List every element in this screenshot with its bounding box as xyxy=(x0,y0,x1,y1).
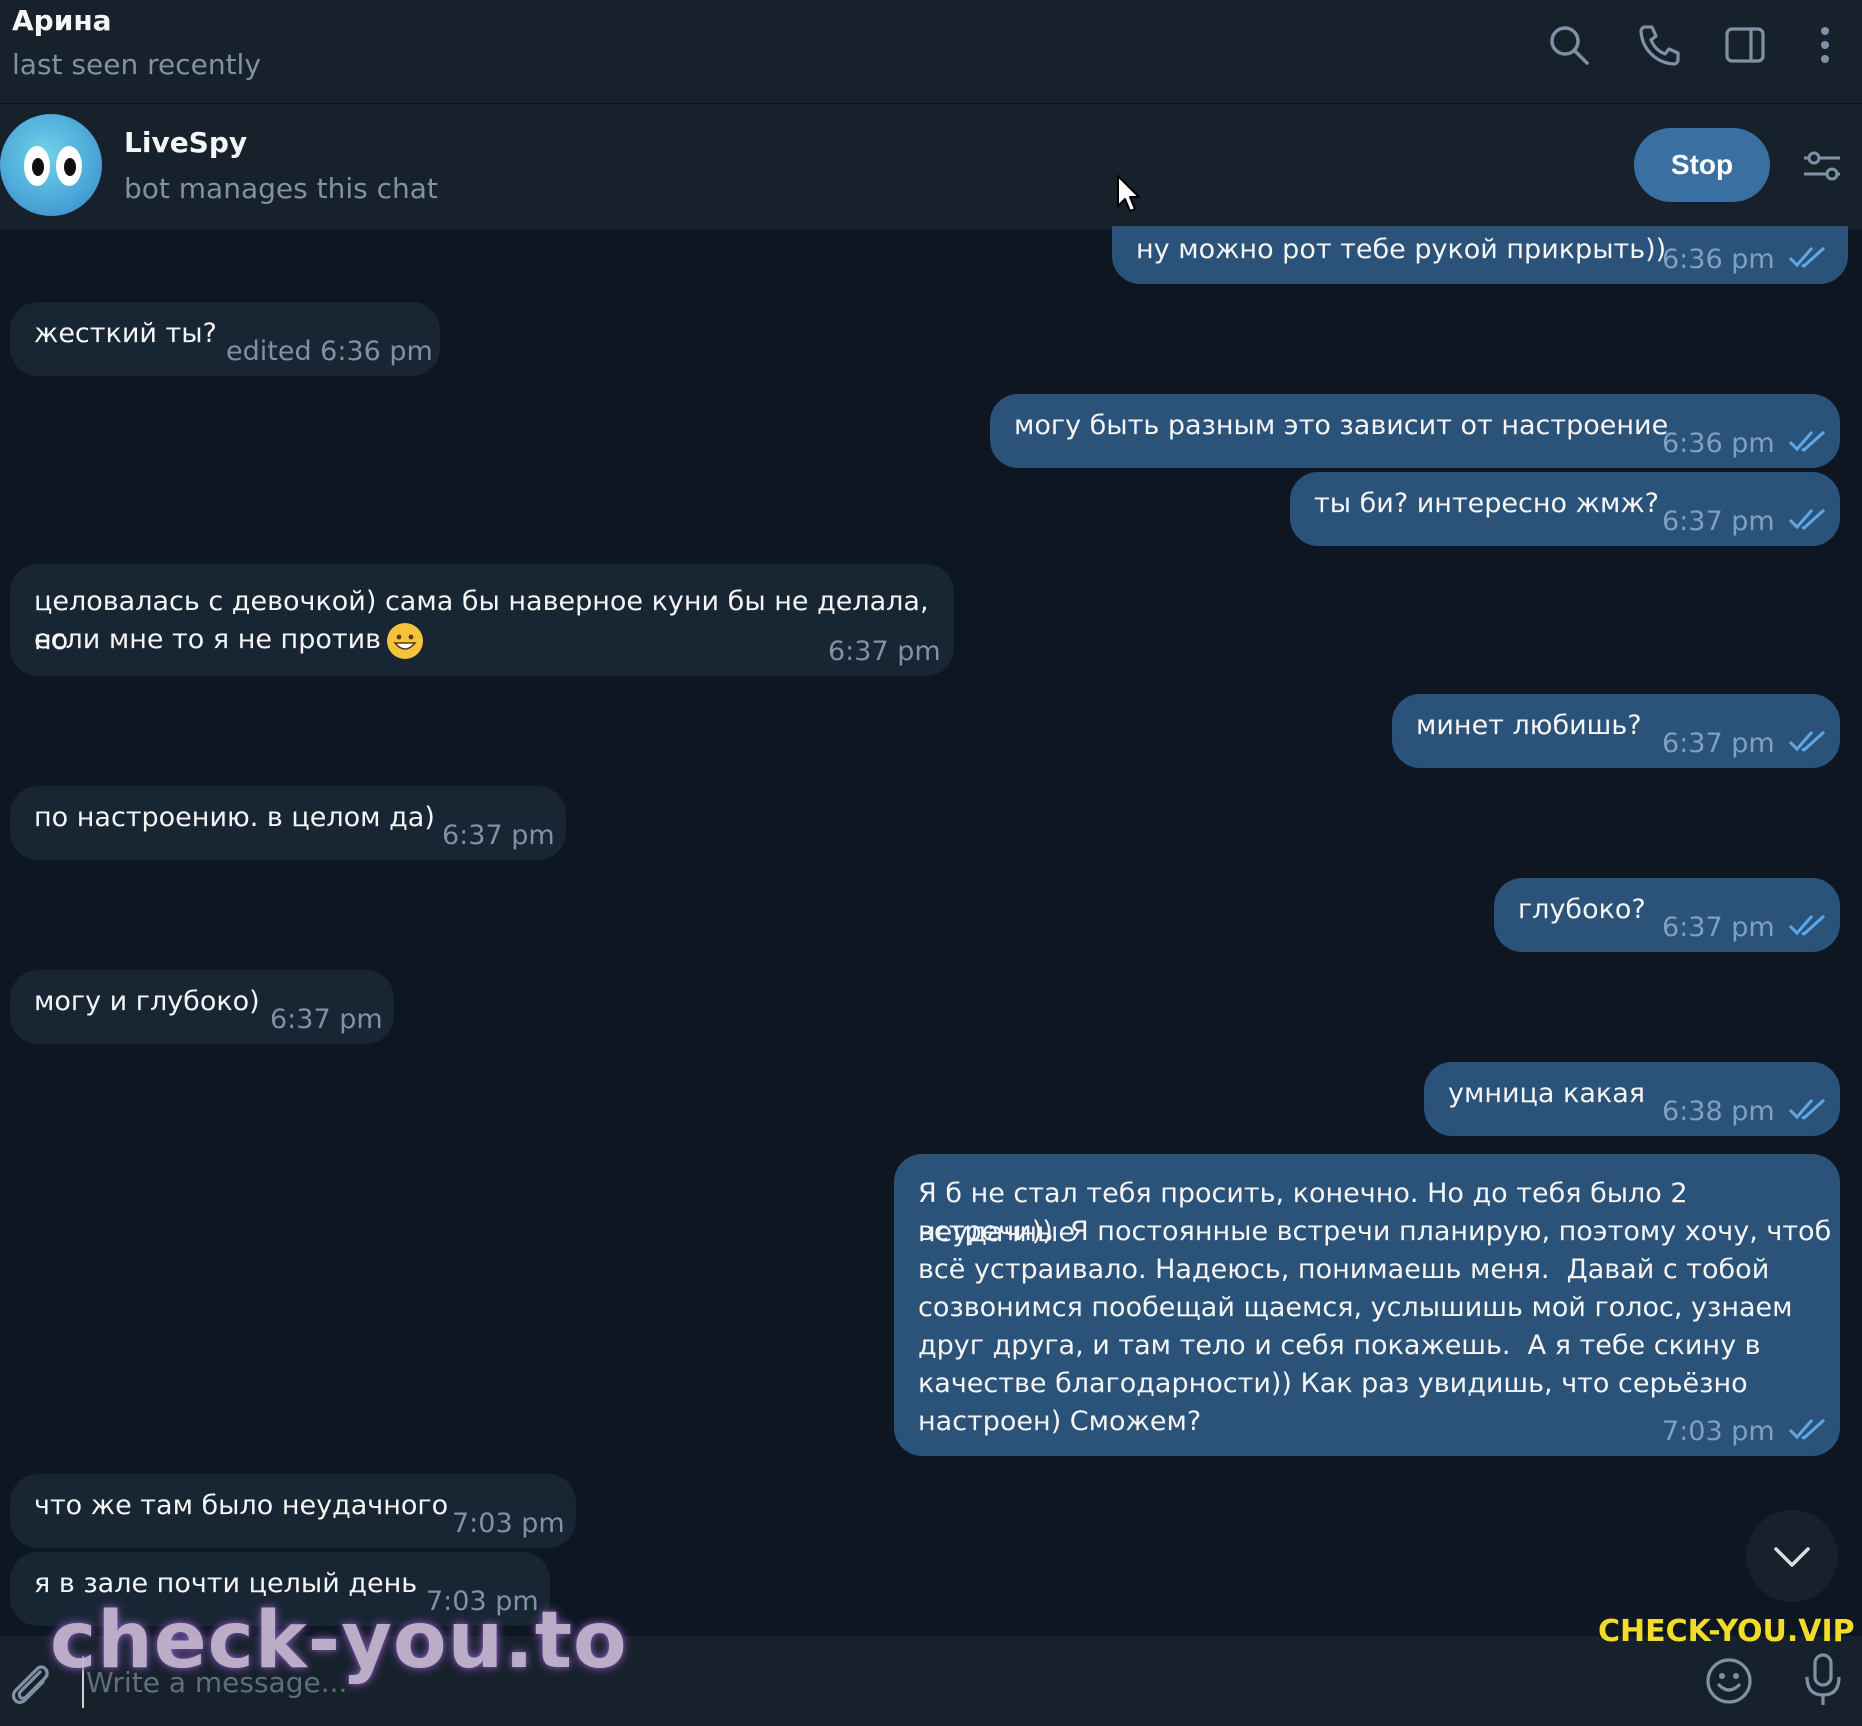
message-incoming[interactable]: по настроению. в целом да) 6:37 pm xyxy=(10,786,566,860)
sidebar-toggle-icon[interactable] xyxy=(1722,22,1768,68)
read-checks-icon xyxy=(1788,730,1826,752)
message-text: если мне то я не против xyxy=(34,624,382,655)
read-checks-icon xyxy=(1788,508,1826,530)
message-outgoing[interactable]: глубоко? 6:37 pm xyxy=(1494,878,1840,952)
message-text: ты би? интересно жмж? xyxy=(1314,488,1659,519)
stop-bot-button[interactable]: Stop xyxy=(1634,128,1770,202)
watermark-left: check-you.to xyxy=(50,1596,628,1686)
message-time: 6:37 pm xyxy=(442,820,555,851)
emoji-icon[interactable] xyxy=(1704,1656,1754,1706)
message-time: 6:36 pm xyxy=(1662,428,1775,459)
scroll-to-bottom-button[interactable] xyxy=(1746,1510,1838,1602)
message-text-line-2: если мне то я не против xyxy=(34,620,424,659)
chat-header: Арина last seen recently xyxy=(0,0,1862,104)
read-checks-icon xyxy=(1788,1418,1826,1440)
message-incoming[interactable]: целовалась с девочкой) сама бы наверное … xyxy=(10,564,954,676)
read-checks-icon xyxy=(1788,914,1826,936)
message-outgoing[interactable]: умница какая 6:38 pm xyxy=(1424,1062,1840,1136)
message-time: 7:03 pm xyxy=(452,1508,565,1539)
message-outgoing[interactable]: Я б не стал тебя просить, конечно. Но до… xyxy=(894,1154,1840,1456)
message-text: настроен) Сможем? xyxy=(918,1406,1202,1437)
attach-icon[interactable] xyxy=(6,1658,52,1708)
message-text: жесткий ты? xyxy=(34,318,217,349)
message-text: встречи)) Я постоянные встречи планирую,… xyxy=(918,1216,1832,1247)
message-text: могу и глубоко) xyxy=(34,986,260,1017)
message-outgoing[interactable]: ну можно рот тебе рукой прикрыть)) 6:36 … xyxy=(1112,226,1848,284)
message-incoming[interactable]: что же там было неудачного 7:03 pm xyxy=(10,1474,576,1548)
read-checks-icon xyxy=(1788,246,1826,268)
message-outgoing[interactable]: ты би? интересно жмж? 6:37 pm xyxy=(1290,472,1840,546)
more-vertical-icon[interactable] xyxy=(1802,22,1848,68)
eye-icon xyxy=(56,146,82,186)
message-time: 6:36 pm xyxy=(1662,244,1775,275)
read-checks-icon xyxy=(1788,1098,1826,1120)
message-incoming[interactable]: могу и глубоко) 6:37 pm xyxy=(10,970,394,1044)
bot-name[interactable]: LiveSpy xyxy=(124,126,247,159)
message-text: что же там было неудачного xyxy=(34,1490,449,1521)
message-text: по настроению. в целом да) xyxy=(34,802,435,833)
message-text: минет любишь? xyxy=(1416,710,1642,741)
microphone-icon[interactable] xyxy=(1800,1652,1846,1708)
message-time: 6:38 pm xyxy=(1662,1096,1775,1127)
message-time: 6:37 pm xyxy=(1662,912,1775,943)
message-text: качестве благодарности)) Как раз увидишь… xyxy=(918,1368,1748,1399)
chat-status: last seen recently xyxy=(12,48,261,81)
read-checks-icon xyxy=(1788,430,1826,452)
message-time: 6:37 pm xyxy=(1662,728,1775,759)
watermark-right: CHECK-YOU.VIP xyxy=(1598,1614,1855,1649)
bot-avatar[interactable] xyxy=(0,114,102,216)
message-text: друг друга, и там тело и себя покажешь. … xyxy=(918,1330,1761,1361)
message-time: 6:37 pm xyxy=(828,636,941,667)
message-text: созвонимся пообещай щаемся, услышишь мой… xyxy=(918,1292,1793,1323)
message-text: глубоко? xyxy=(1518,894,1646,925)
message-outgoing[interactable]: минет любишь? 6:37 pm xyxy=(1392,694,1840,768)
mouse-cursor-icon xyxy=(1117,175,1140,212)
chevron-down-icon xyxy=(1774,1547,1810,1567)
chat-title[interactable]: Арина xyxy=(12,4,112,37)
search-icon[interactable] xyxy=(1546,22,1592,68)
bot-settings-icon[interactable] xyxy=(1800,144,1844,188)
eye-icon xyxy=(24,146,50,186)
message-incoming[interactable]: жесткий ты? edited 6:36 pm xyxy=(10,302,440,376)
message-time: edited 6:36 pm xyxy=(226,336,433,367)
phone-icon[interactable] xyxy=(1636,22,1682,68)
message-text: всё устраивало. Надеюсь, понимаешь меня.… xyxy=(918,1254,1770,1285)
bot-subtitle: bot manages this chat xyxy=(124,172,438,205)
message-text: могу быть разным это зависит от настроен… xyxy=(1014,410,1669,441)
message-text: умница какая xyxy=(1448,1078,1646,1109)
message-time: 6:37 pm xyxy=(1662,506,1775,537)
message-time: 6:37 pm xyxy=(270,1004,383,1035)
message-outgoing[interactable]: могу быть разным это зависит от настроен… xyxy=(990,394,1840,468)
grinning-emoji-icon xyxy=(387,622,424,659)
message-text: ну можно рот тебе рукой прикрыть)) xyxy=(1136,234,1667,265)
message-time: 7:03 pm xyxy=(1662,1416,1775,1447)
bot-banner: LiveSpy bot manages this chat Stop xyxy=(0,104,1862,229)
